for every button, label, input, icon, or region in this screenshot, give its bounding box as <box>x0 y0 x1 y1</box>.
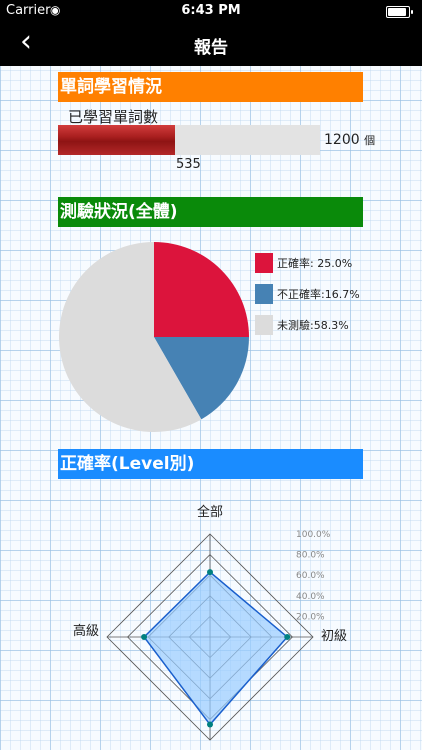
radar-tick-label: 100.0% <box>296 530 331 540</box>
radar-point <box>207 721 213 728</box>
radar-tick-label: 80.0% <box>296 551 325 561</box>
radar-tick-label: 60.0% <box>296 571 325 581</box>
radar-point <box>207 569 213 576</box>
radar-axis-label: 初級 <box>321 629 347 644</box>
level-radar-chart: 20.0%40.0%60.0%80.0%100.0%全部初級中級高級 <box>73 504 347 741</box>
radar-tick-label: 20.0% <box>296 612 325 622</box>
radar-axis-label: 高級 <box>73 623 99 639</box>
radar-series-area <box>143 571 289 726</box>
radar-point <box>141 634 148 640</box>
radar-tick-label: 40.0% <box>296 592 325 602</box>
radar-point <box>284 634 291 640</box>
radar-axis-label: 全部 <box>197 504 223 520</box>
